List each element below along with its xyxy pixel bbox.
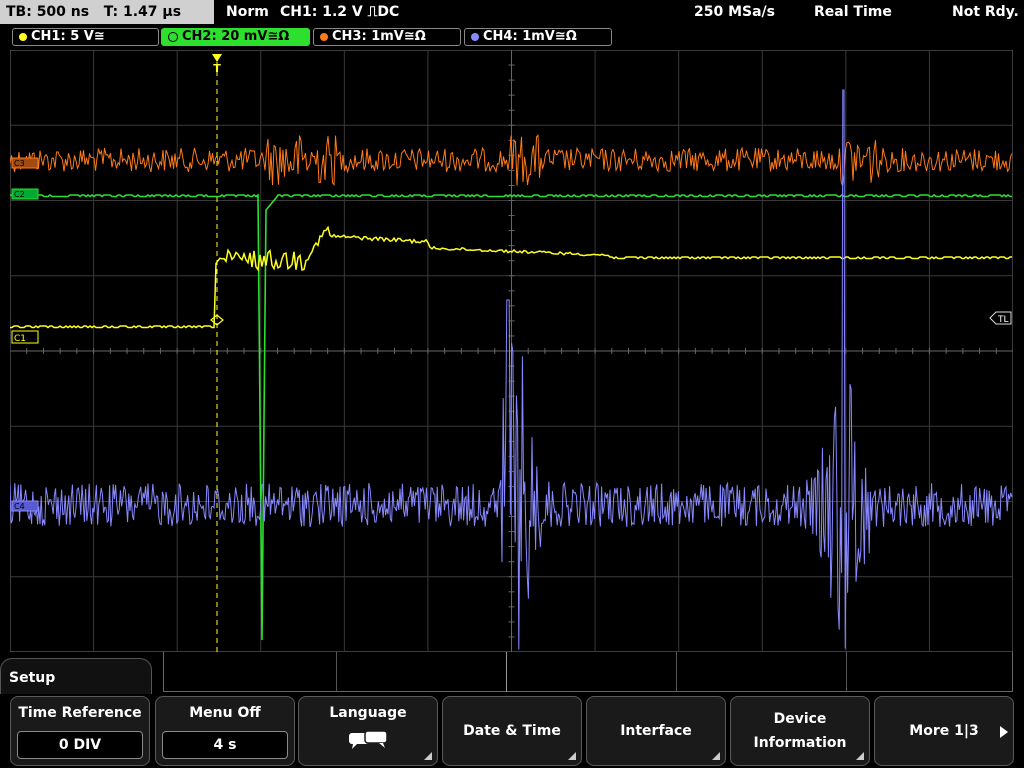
- tab-ch1[interactable]: CH1: 5 V≅: [12, 28, 159, 46]
- ch4-label: CH4: 1mV≅Ω: [483, 29, 577, 44]
- time-reference-value: 0 DIV: [17, 731, 143, 759]
- ch1-marker-label: C1: [14, 334, 26, 344]
- svg-text:T: T: [213, 62, 221, 75]
- time-ruler: [163, 652, 1013, 692]
- submenu-indicator-icon: [712, 752, 720, 760]
- ch2-marker[interactable]: C2: [11, 188, 39, 200]
- ch1-label: CH1: 5 V≅: [31, 29, 105, 44]
- submenu-indicator-icon: [856, 752, 864, 760]
- menu-off-label: Menu Off: [189, 705, 261, 721]
- acquisition-status: Not Rdy.: [952, 4, 1019, 20]
- trigger-mode[interactable]: Norm: [226, 0, 269, 24]
- device-information-label-1: Device: [773, 711, 827, 727]
- ch1-color-dot: [19, 32, 27, 41]
- language-button[interactable]: Language: [298, 696, 438, 766]
- menu-off-value: 4 s: [162, 731, 288, 759]
- device-information-button[interactable]: Device Information: [730, 696, 870, 766]
- acquisition-mode: Real Time: [814, 4, 892, 20]
- ch3-marker-label: C3: [14, 159, 25, 168]
- ch4-color-dot: [471, 32, 479, 41]
- timebase-readout[interactable]: TB: 500 ns T: 1.47 µs: [0, 0, 214, 24]
- device-information-label-2: Information: [753, 735, 847, 751]
- time-reference-button[interactable]: Time Reference 0 DIV: [10, 696, 150, 766]
- tab-ch3[interactable]: CH3: 1mV≅Ω: [313, 28, 461, 46]
- tab-ch4[interactable]: CH4: 1mV≅Ω: [464, 28, 612, 46]
- date-time-label: Date & Time: [463, 723, 561, 739]
- ch4-marker-label: C4: [14, 502, 25, 511]
- ch2-label: CH2: 20 mV≅Ω: [182, 29, 290, 44]
- sample-rate: 250 MSa/s: [694, 4, 776, 20]
- date-time-button[interactable]: Date & Time: [442, 696, 582, 766]
- arrow-right-icon: [1000, 726, 1008, 738]
- interface-label: Interface: [620, 723, 692, 739]
- interface-button[interactable]: Interface: [586, 696, 726, 766]
- more-label: More 1|3: [909, 723, 979, 739]
- ch2-marker-label: C2: [14, 190, 25, 199]
- ch3-label: CH3: 1mV≅Ω: [332, 29, 426, 44]
- ch3-color-dot: [320, 32, 328, 41]
- ch1-marker[interactable]: C1: [11, 330, 39, 344]
- time-reference-label: Time Reference: [18, 705, 142, 721]
- ch3-marker[interactable]: C3: [11, 157, 39, 169]
- trigger-offset-value: T: 1.47 µs: [103, 4, 182, 20]
- more-button[interactable]: More 1|3: [874, 696, 1014, 766]
- trigger-level-label: TL: [997, 315, 1009, 325]
- timebase-value: TB: 500 ns: [6, 4, 90, 20]
- submenu-indicator-icon: [424, 752, 432, 760]
- ch2-color-dot: [168, 31, 178, 42]
- speech-bubbles-icon: [349, 730, 388, 749]
- menu-off-button[interactable]: Menu Off 4 s: [155, 696, 295, 766]
- trigger-setting[interactable]: CH1: 1.2 V ⎍DC: [280, 0, 399, 24]
- waveform-display[interactable]: T C1 C2 C3 C4 TL: [10, 50, 1013, 652]
- submenu-indicator-icon: [568, 752, 576, 760]
- waveform-canvas[interactable]: T C1 C2 C3 C4 TL: [10, 50, 1013, 652]
- language-label: Language: [329, 705, 407, 721]
- ch4-marker[interactable]: C4: [11, 500, 39, 512]
- menu-title: Setup: [0, 658, 152, 696]
- tab-ch2[interactable]: CH2: 20 mV≅Ω: [161, 28, 310, 46]
